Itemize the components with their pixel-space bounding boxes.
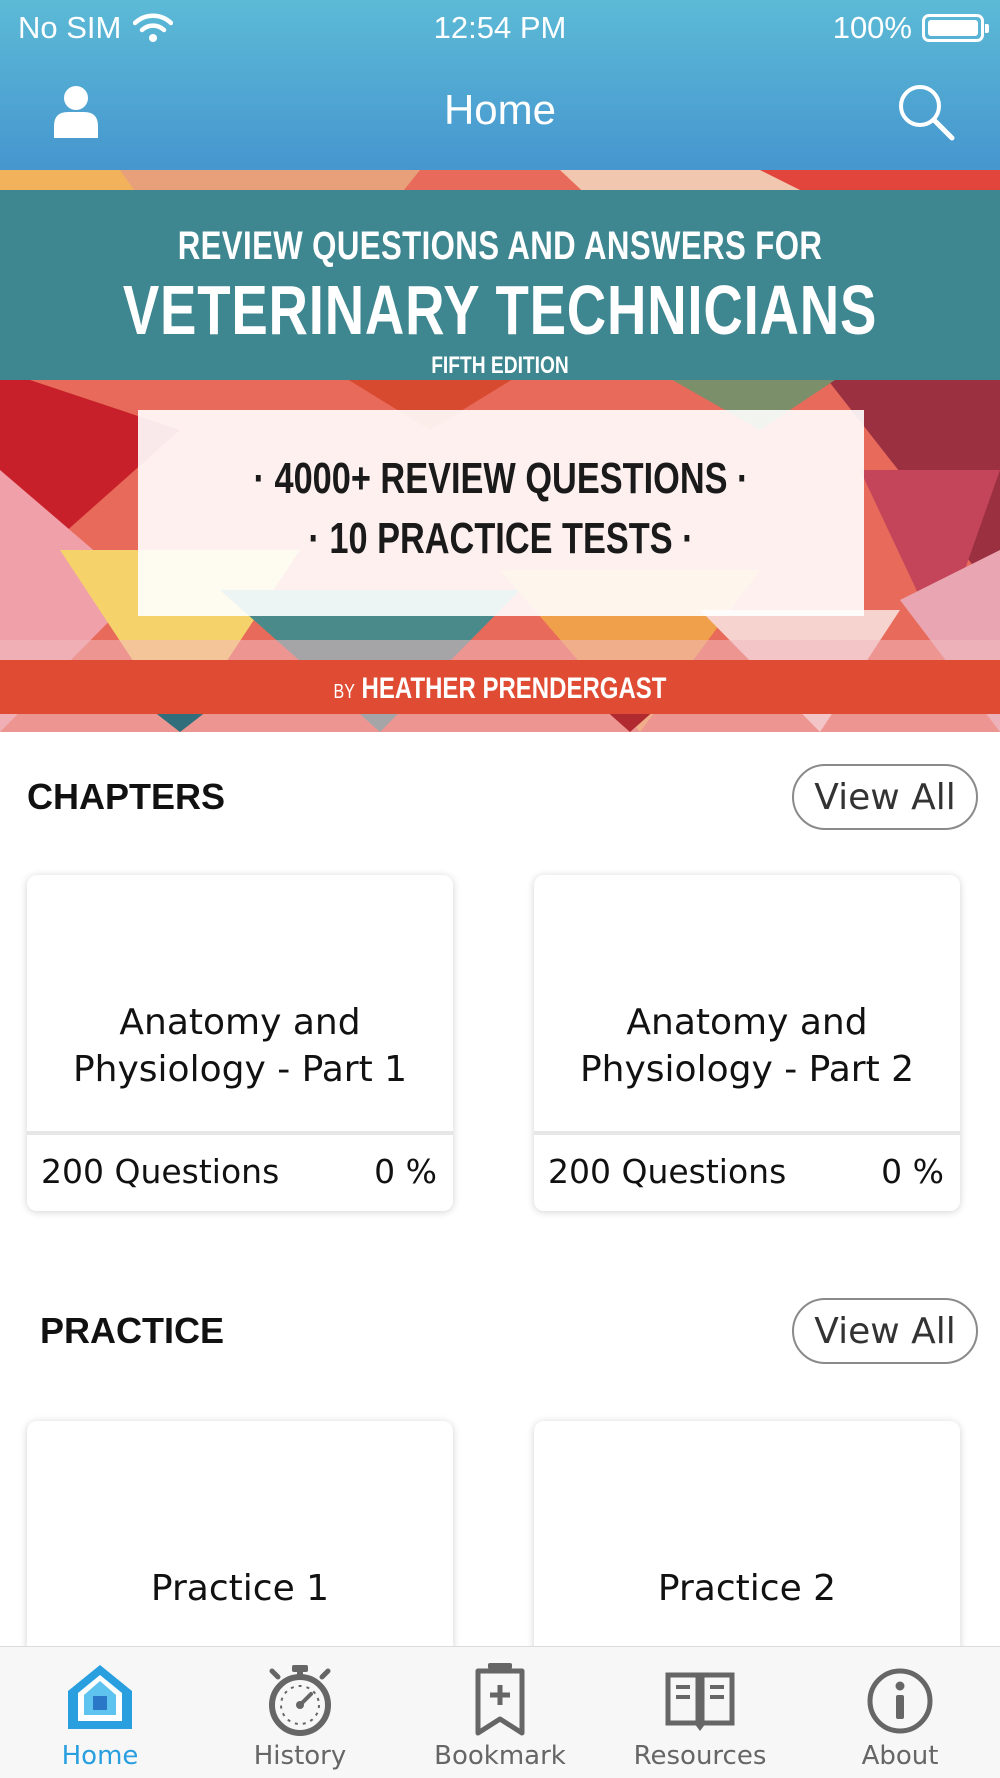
stopwatch-icon (269, 1665, 331, 1736)
tab-label: Bookmark (434, 1741, 566, 1771)
app-header: No SIM 12:54 PM 100% Home (0, 0, 1000, 170)
banner-edition: FIFTH EDITION (431, 352, 569, 379)
chapters-view-all-button[interactable]: View All (792, 764, 978, 830)
tab-label: About (861, 1741, 939, 1771)
chapter-progress-percent: 0 % (374, 1152, 437, 1191)
tab-label: Home (61, 1741, 139, 1771)
chapter-question-count: 200 Questions (548, 1152, 787, 1191)
tab-label: History (253, 1741, 347, 1771)
chapters-heading: CHAPTERS (27, 776, 226, 817)
banner-feature-tests: · 10 PRACTICE TESTS · (308, 514, 694, 563)
practice-card[interactable]: Practice 2 (534, 1421, 960, 1681)
tab-bookmark[interactable]: Bookmark (400, 1647, 600, 1778)
card-divider (534, 1131, 960, 1135)
page-title: Home (443, 86, 557, 133)
chapter-card-title: Anatomy and Physiology - Part 1 (72, 1002, 408, 1090)
card-divider (27, 1131, 453, 1135)
practice-heading: PRACTICE (40, 1310, 225, 1351)
banner-author-by: BY (333, 681, 355, 703)
nav-bar: Home (0, 56, 1000, 170)
tab-label: Resources (633, 1741, 767, 1771)
status-bar: No SIM 12:54 PM 100% (0, 0, 1000, 56)
tab-about[interactable]: About (800, 1647, 1000, 1778)
practice-card-title: Practice 1 (150, 1568, 330, 1609)
book-icon (665, 1672, 735, 1731)
practice-card[interactable]: Practice 1 (27, 1421, 453, 1681)
chapter-card-footer: 200 Questions 0 % (548, 1152, 944, 1191)
chapter-progress-percent: 0 % (881, 1152, 944, 1191)
banner-author-line: BY HEATHER PRENDERGAST (100, 672, 900, 706)
home-icon (68, 1665, 132, 1729)
tab-resources[interactable]: Resources (600, 1647, 800, 1778)
search-icon[interactable] (896, 82, 956, 142)
chapter-card-title: Anatomy and Physiology - Part 2 (579, 1002, 915, 1090)
banner-title-band: REVIEW QUESTIONS AND ANSWERS FOR VETERIN… (0, 190, 1000, 380)
practice-card-title: Practice 2 (657, 1568, 837, 1609)
banner-features-box: · 4000+ REVIEW QUESTIONS · · 10 PRACTICE… (138, 410, 864, 616)
battery-icon (922, 14, 989, 42)
banner-subtitle: REVIEW QUESTIONS AND ANSWERS FOR (177, 224, 823, 268)
banner-feature-questions: · 4000+ REVIEW QUESTIONS · (253, 454, 749, 503)
chapter-question-count: 200 Questions (41, 1152, 280, 1191)
status-right: 100% (832, 10, 989, 46)
info-icon (867, 1668, 933, 1734)
practice-view-all-button[interactable]: View All (792, 1298, 978, 1364)
tab-history[interactable]: History (200, 1647, 400, 1778)
bottom-tab-bar: Home History Bookmark Resources About (0, 1646, 1000, 1778)
banner-title: VETERINARY TECHNICIANS (122, 271, 878, 349)
bookmark-icon (475, 1663, 525, 1736)
book-banner: REVIEW QUESTIONS AND ANSWERS FOR VETERIN… (0, 170, 1000, 732)
banner-author-name: HEATHER PRENDERGAST (361, 672, 667, 705)
battery-label: 100% (832, 10, 912, 45)
banner-author-strip: BY HEATHER PRENDERGAST (0, 660, 1000, 714)
chapter-card[interactable]: Anatomy and Physiology - Part 2 200 Ques… (534, 875, 960, 1211)
chapter-card-footer: 200 Questions 0 % (41, 1152, 437, 1191)
chapter-card[interactable]: Anatomy and Physiology - Part 1 200 Ques… (27, 875, 453, 1211)
tab-home[interactable]: Home (0, 1647, 200, 1778)
